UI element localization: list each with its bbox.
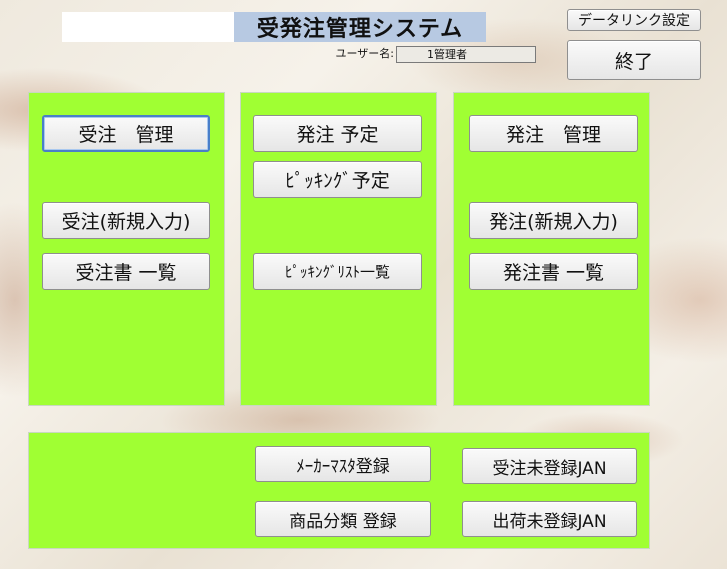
order-plan-button[interactable]: 発注 予定 (253, 115, 422, 152)
picking-list-button[interactable]: ﾋﾟｯｷﾝｸﾞﾘｽﾄ一覧 (253, 253, 422, 290)
order-unregistered-jan-button[interactable]: 受注未登録JAN (462, 448, 637, 484)
picking-plan-button[interactable]: ﾋﾟｯｷﾝｸﾞ予定 (253, 161, 422, 198)
order-received-list-button[interactable]: 受注書 一覧 (42, 253, 210, 290)
order-placed-new-entry-button[interactable]: 発注(新規入力) (469, 202, 638, 239)
exit-button[interactable]: 終了 (567, 40, 701, 80)
maker-master-register-button[interactable]: ﾒｰｶｰﾏｽﾀ登録 (255, 446, 431, 482)
product-category-register-button[interactable]: 商品分類 登録 (255, 501, 431, 537)
shipment-unregistered-jan-button[interactable]: 出荷未登録JAN (462, 501, 637, 537)
order-placed-manage-button[interactable]: 発注 管理 (469, 115, 638, 152)
page-title: 受発注管理システム (234, 12, 486, 42)
order-placed-list-button[interactable]: 発注書 一覧 (469, 253, 638, 290)
data-link-settings-button[interactable]: データリンク設定 (567, 9, 701, 31)
order-received-new-entry-button[interactable]: 受注(新規入力) (42, 202, 210, 239)
user-name-field: 1管理者 (396, 46, 536, 63)
user-name-label: ユーザー名: (335, 47, 395, 60)
order-received-manage-button[interactable]: 受注 管理 (42, 115, 210, 152)
title-bar-blank (62, 12, 234, 42)
